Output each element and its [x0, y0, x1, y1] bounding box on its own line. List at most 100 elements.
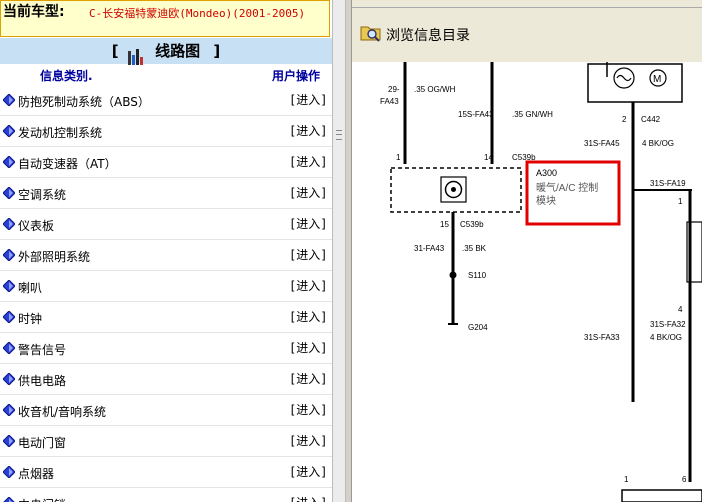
browse-catalog-label: 浏览信息目录: [386, 28, 470, 44]
folder-search-icon: [360, 26, 381, 42]
wire-label: .35 GN/WH: [512, 110, 553, 119]
item-bullet-icon: [3, 311, 15, 323]
pin-label: 1: [396, 153, 401, 162]
list-item-label[interactable]: 警告信号: [18, 341, 66, 358]
item-bullet-icon: [3, 466, 15, 478]
pin-label: 6: [682, 475, 687, 484]
enter-link[interactable]: [进入]: [289, 308, 327, 325]
item-bullet-icon: [3, 342, 15, 354]
list-item[interactable]: 空调系统 [进入]: [0, 178, 332, 209]
enter-link[interactable]: [进入]: [289, 91, 327, 108]
item-bullet-icon: [3, 373, 15, 385]
list-item[interactable]: 仪表板 [进入]: [0, 209, 332, 240]
connector-label: C539b: [460, 220, 484, 229]
list-item-label[interactable]: 中央门锁: [18, 496, 66, 502]
enter-link[interactable]: [进入]: [289, 122, 327, 139]
wire-label: 31S-FA45: [584, 139, 620, 148]
list-item[interactable]: 中央门锁 [进入]: [0, 488, 332, 502]
enter-link[interactable]: [进入]: [289, 339, 327, 356]
list-item[interactable]: 时钟 [进入]: [0, 302, 332, 333]
list-item-label[interactable]: 喇叭: [18, 279, 42, 296]
list-item-label[interactable]: 空调系统: [18, 186, 66, 203]
pin-label: 1: [678, 197, 683, 206]
pin-label: 4: [678, 305, 683, 314]
list-item-label[interactable]: 外部照明系统: [18, 248, 90, 265]
module-name-line1: 暖气/A/C 控制: [536, 181, 598, 194]
current-vehicle-bar: 当前车型: C-长安福特蒙迪欧(Mondeo)(2001-2005): [0, 0, 330, 37]
list-item[interactable]: 发动机控制系统 [进入]: [0, 116, 332, 147]
enter-link[interactable]: [进入]: [289, 153, 327, 170]
left-scrollbar[interactable]: [332, 0, 346, 502]
list-item-label[interactable]: 自动变速器（AT）: [18, 155, 117, 172]
list-item[interactable]: 警告信号 [进入]: [0, 333, 332, 364]
panel-title-text: 线路图: [155, 42, 201, 60]
list-item-label[interactable]: 防抱死制动系统（ABS）: [18, 93, 150, 110]
toolbar-divider: [352, 7, 702, 8]
list-item-label[interactable]: 仪表板: [18, 217, 54, 234]
module-name-line2: 模块: [536, 195, 556, 207]
scrollbar-grip[interactable]: [336, 130, 342, 140]
wire-label: 15S-FA43: [458, 110, 494, 119]
list-item[interactable]: 喇叭 [进入]: [0, 271, 332, 302]
enter-link[interactable]: [进入]: [289, 277, 327, 294]
pin-label: 15: [440, 220, 449, 229]
enter-link[interactable]: [进入]: [289, 246, 327, 263]
list-item[interactable]: 收音机/音响系统 [进入]: [0, 395, 332, 426]
item-bullet-icon: [3, 404, 15, 416]
list-item-label[interactable]: 收音机/音响系统: [18, 403, 106, 420]
module-id: A300: [536, 168, 557, 178]
item-bullet-icon: [3, 435, 15, 447]
viewer-toolbar: 浏览信息目录: [352, 0, 702, 63]
list-item[interactable]: 供电电路 [进入]: [0, 364, 332, 395]
current-vehicle-label: 当前车型:: [3, 4, 65, 20]
wiring-diagram-svg: 29- FA43 .35 OG/WH 15S-FA43 .35 GN/WH 1 …: [380, 62, 702, 502]
item-bullet-icon: [3, 187, 15, 199]
title-bracket-right: ]: [213, 42, 221, 60]
browse-catalog-button[interactable]: 浏览信息目录: [360, 20, 520, 46]
item-bullet-icon: [3, 218, 15, 230]
enter-link[interactable]: [进入]: [289, 401, 327, 418]
item-bullet-icon: [3, 125, 15, 137]
wire-label: 29-: [388, 85, 400, 94]
list-item[interactable]: 电动门窗 [进入]: [0, 426, 332, 457]
list-item[interactable]: 防抱死制动系统（ABS） [进入]: [0, 85, 332, 116]
info-category-panel: 当前车型: C-长安福特蒙迪欧(Mondeo)(2001-2005) [ 线路图…: [0, 0, 332, 502]
wiring-diagram: 29- FA43 .35 OG/WH 15S-FA43 .35 GN/WH 1 …: [352, 62, 702, 502]
item-bullet-icon: [3, 94, 15, 106]
category-list: 防抱死制动系统（ABS） [进入] 发动机控制系统 [进入] 自动变速器（AT） [进入]…: [0, 85, 332, 502]
list-item[interactable]: 自动变速器（AT） [进入]: [0, 147, 332, 178]
wire-label: 31S-FA19: [650, 179, 686, 188]
wire-label: .35 OG/WH: [414, 85, 456, 94]
wire-label: .35 BK: [462, 244, 487, 253]
list-column-header: 信息类别. 用户操作: [0, 64, 332, 84]
enter-link[interactable]: [进入]: [289, 370, 327, 387]
splice-label: S110: [468, 271, 487, 280]
list-item-label[interactable]: 点烟器: [18, 465, 54, 482]
ground-label: G204: [468, 323, 488, 332]
list-item-label[interactable]: 供电电路: [18, 372, 66, 389]
enter-link[interactable]: [进入]: [289, 432, 327, 449]
wire-label: FA43: [380, 97, 399, 106]
enter-link[interactable]: [进入]: [289, 463, 327, 480]
enter-link[interactable]: [进入]: [289, 215, 327, 232]
item-bullet-icon: [3, 280, 15, 292]
enter-link[interactable]: [进入]: [289, 184, 327, 201]
connector-label: C442: [641, 115, 661, 124]
wire-label: 31S-FA32: [650, 320, 686, 329]
enter-link[interactable]: [进入]: [289, 494, 327, 502]
wiring-diagram-icon: [127, 39, 144, 65]
column-category: 信息类别.: [40, 69, 93, 83]
list-item[interactable]: 外部照明系统 [进入]: [0, 240, 332, 271]
item-bullet-icon: [3, 249, 15, 261]
wire-label: 4 BK/OG: [650, 333, 682, 342]
list-item-label[interactable]: 时钟: [18, 310, 42, 327]
wire-label: 4 BK/OG: [642, 139, 674, 148]
diagram-viewer: 浏览信息目录 29- FA43 .35 OG/WH 15S-FA43 .35 G…: [352, 0, 702, 502]
pin-label: 1: [624, 475, 629, 484]
wire-label: 31-FA43: [414, 244, 445, 253]
list-item-label[interactable]: 电动门窗: [18, 434, 66, 451]
panel-title: [ 线路图 ]: [0, 38, 332, 65]
list-item[interactable]: 点烟器 [进入]: [0, 457, 332, 488]
list-item-label[interactable]: 发动机控制系统: [18, 124, 102, 141]
wire-label: 31S-FA33: [584, 333, 620, 342]
